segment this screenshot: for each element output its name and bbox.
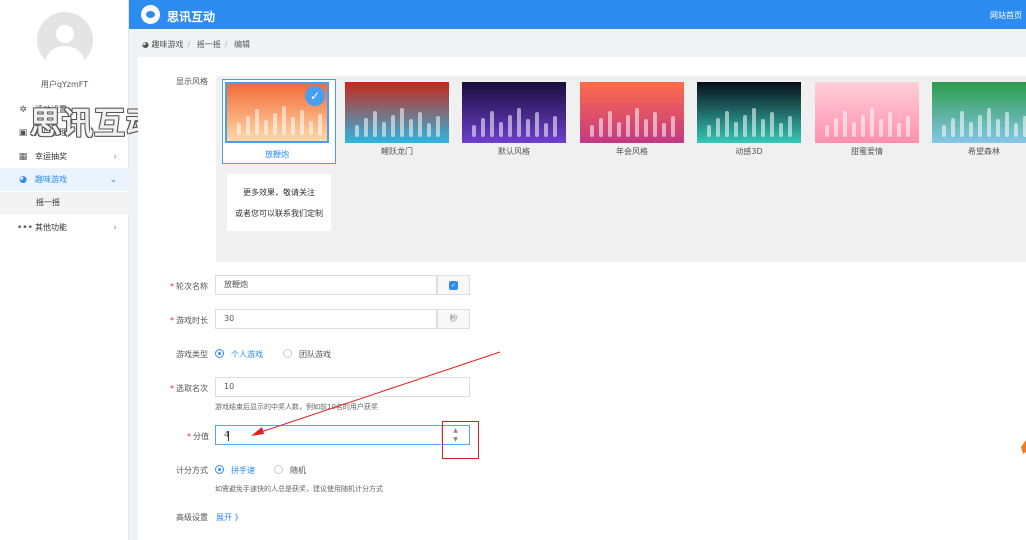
radio-speed-label[interactable]: 拼手速 — [231, 465, 255, 476]
scoring-label: 计分方式 — [176, 466, 208, 475]
annotation-arrow — [251, 351, 1026, 454]
advanced-label: 高级设置 — [176, 513, 208, 522]
radio-random-label[interactable]: 随机 — [290, 465, 306, 476]
scoring-hint: 如需避免手速快的人总是获奖，建议使用随机计分方式 — [215, 485, 383, 493]
radio-speed[interactable] — [215, 465, 224, 474]
expand-button[interactable]: 展开 》 — [216, 512, 243, 523]
radio-random[interactable] — [274, 465, 283, 474]
